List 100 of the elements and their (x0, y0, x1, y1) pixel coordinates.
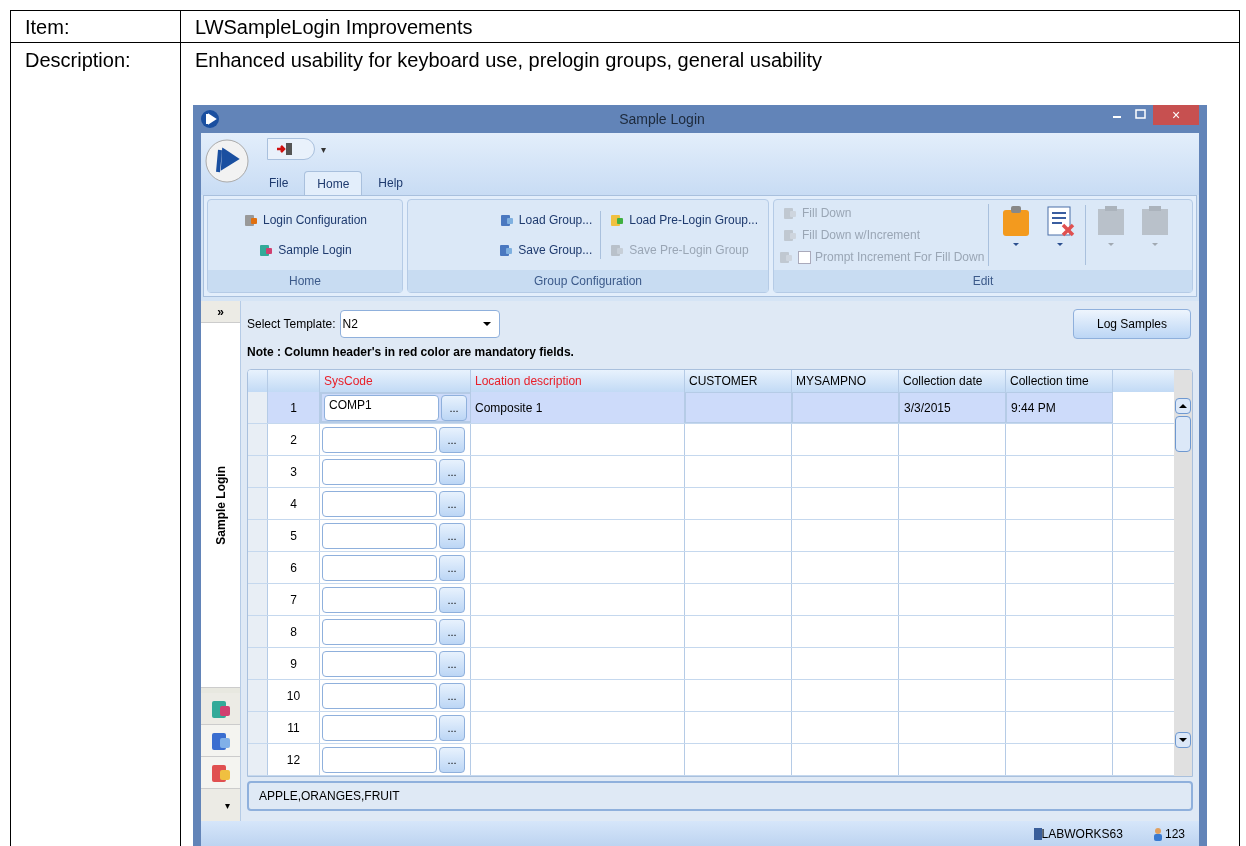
scrollbar[interactable] (1174, 370, 1192, 776)
expand-button[interactable]: » (201, 301, 240, 323)
ribbon-tab[interactable]: Home (304, 171, 363, 195)
browse-button[interactable]: ... (439, 554, 465, 581)
item-value: LWSampleLogin Improvements (195, 14, 473, 40)
table-cell: 9:44 PM (1006, 392, 1113, 423)
row-number: 7 (268, 584, 320, 615)
row-number: 9 (268, 648, 320, 679)
log-samples-button[interactable]: Log Samples (1073, 309, 1191, 339)
row-selector[interactable] (248, 712, 268, 743)
row-selector[interactable] (248, 680, 268, 711)
mandatory-note: Note : Column header's in red color are mandatory fields. (247, 344, 575, 361)
row-number: 5 (268, 520, 320, 551)
browse-button[interactable]: ... (439, 458, 465, 485)
syscode-field[interactable] (322, 522, 437, 549)
row-selector[interactable] (248, 488, 268, 519)
grid-row[interactable]: 12 ... (248, 744, 1174, 776)
user-icon (1152, 827, 1163, 841)
browse-button[interactable]: ... (439, 618, 465, 645)
browse-button[interactable]: ... (441, 394, 467, 421)
ribbon-group-label: Group Configuration (408, 270, 768, 292)
grid-row[interactable]: 7 ... (248, 584, 1174, 616)
ribbon-button[interactable]: Load Group... (494, 211, 597, 229)
ribbon-button[interactable]: Load Pre-Login Group... (605, 211, 762, 229)
description-label: Description: (25, 49, 131, 71)
grid-row[interactable]: 1 COMP1 ... Composite 1 3/3/2015 9:44 PM (248, 392, 1174, 424)
template-dropdown[interactable]: N2 (339, 310, 500, 338)
row-selector[interactable] (248, 456, 268, 487)
ribbon-button[interactable]: Login Configuration (238, 211, 372, 229)
row-number: 10 (268, 680, 320, 711)
grid-row[interactable]: 2 ... (248, 424, 1174, 456)
grid-row[interactable]: 4 ... (248, 488, 1174, 520)
browse-button[interactable]: ... (439, 746, 465, 773)
checkbox-label: Prompt Increment For Fill Down (815, 249, 985, 266)
application-menu-icon[interactable] (205, 139, 249, 183)
column-header[interactable]: Collection date (899, 370, 1006, 392)
ribbon-tab[interactable]: Help (366, 171, 416, 195)
row-selector[interactable] (248, 648, 268, 679)
database-icon (1033, 828, 1042, 840)
database-name: LABWORKS63 (1041, 826, 1123, 843)
browse-button[interactable]: ... (439, 714, 465, 741)
ribbon-group-label: Home (208, 270, 402, 292)
syscode-field[interactable] (322, 458, 437, 485)
syscode-field[interactable] (322, 714, 437, 741)
grid-row[interactable]: 9 ... (248, 648, 1174, 680)
footer-text: APPLE,ORANGES,FRUIT (259, 788, 400, 805)
syscode-field[interactable] (322, 554, 437, 581)
grid-row[interactable]: 6 ... (248, 552, 1174, 584)
template-label: Select Template: (247, 316, 336, 333)
row-number: 6 (268, 552, 320, 583)
window-title: Sample Login (619, 110, 705, 127)
browse-button[interactable]: ... (439, 682, 465, 709)
row-selector[interactable] (248, 424, 268, 455)
side-panel-title: Sample Login (212, 465, 229, 545)
row-number: 11 (268, 712, 320, 743)
syscode-field[interactable] (322, 426, 437, 453)
row-selector[interactable] (248, 744, 268, 775)
panel-menu-button[interactable]: ▾ (201, 789, 240, 821)
column-header[interactable]: CUSTOMER (685, 370, 792, 392)
column-header[interactable]: MYSAMPNO (792, 370, 899, 392)
table-cell: 3/3/2015 (899, 392, 1006, 423)
browse-button[interactable]: ... (439, 522, 465, 549)
row-selector[interactable] (248, 584, 268, 615)
browse-button[interactable]: ... (439, 490, 465, 517)
grid-row[interactable]: 5 ... (248, 520, 1174, 552)
document-delete-icon (1044, 205, 1077, 237)
item-label: Item: (25, 14, 70, 40)
row-selector[interactable] (248, 520, 268, 551)
ribbon-button[interactable]: Save Group... (494, 241, 597, 259)
quick-access-menu-button[interactable]: ▾ (321, 141, 326, 157)
column-header[interactable]: SysCode (320, 370, 471, 392)
browse-button[interactable]: ... (439, 586, 465, 613)
browse-button[interactable]: ... (439, 426, 465, 453)
grid-row[interactable]: 11 ... (248, 712, 1174, 744)
row-selector[interactable] (248, 392, 268, 423)
syscode-field[interactable] (322, 586, 437, 613)
row-selector[interactable] (248, 616, 268, 647)
syscode-field[interactable]: COMP1 (324, 394, 439, 421)
row-selector[interactable] (248, 552, 268, 583)
grid-row[interactable]: 8 ... (248, 616, 1174, 648)
browse-button[interactable]: ... (439, 650, 465, 677)
exit-door-icon[interactable] (276, 142, 294, 156)
syscode-field[interactable] (322, 618, 437, 645)
syscode-field[interactable] (322, 490, 437, 517)
syscode-field[interactable] (322, 650, 437, 677)
row-number: 2 (268, 424, 320, 455)
user-id: 123 (1164, 826, 1185, 843)
table-cell: Composite 1 (471, 392, 685, 423)
close-button[interactable]: × (1153, 105, 1199, 125)
row-number: 12 (268, 744, 320, 775)
grid-row[interactable]: 3 ... (248, 456, 1174, 488)
description-text: Enhanced usability for keyboard use, prelogin groups, general usability (194, 48, 824, 73)
ribbon-tab[interactable]: File (257, 171, 301, 195)
row-number: 1 (268, 392, 320, 423)
syscode-field[interactable] (322, 682, 437, 709)
grid-row[interactable]: 10 ... (248, 680, 1174, 712)
column-header[interactable]: Collection time (1006, 370, 1113, 392)
syscode-field[interactable] (322, 746, 437, 773)
ribbon-button[interactable]: Sample Login (254, 241, 356, 259)
row-number: 8 (268, 616, 320, 647)
